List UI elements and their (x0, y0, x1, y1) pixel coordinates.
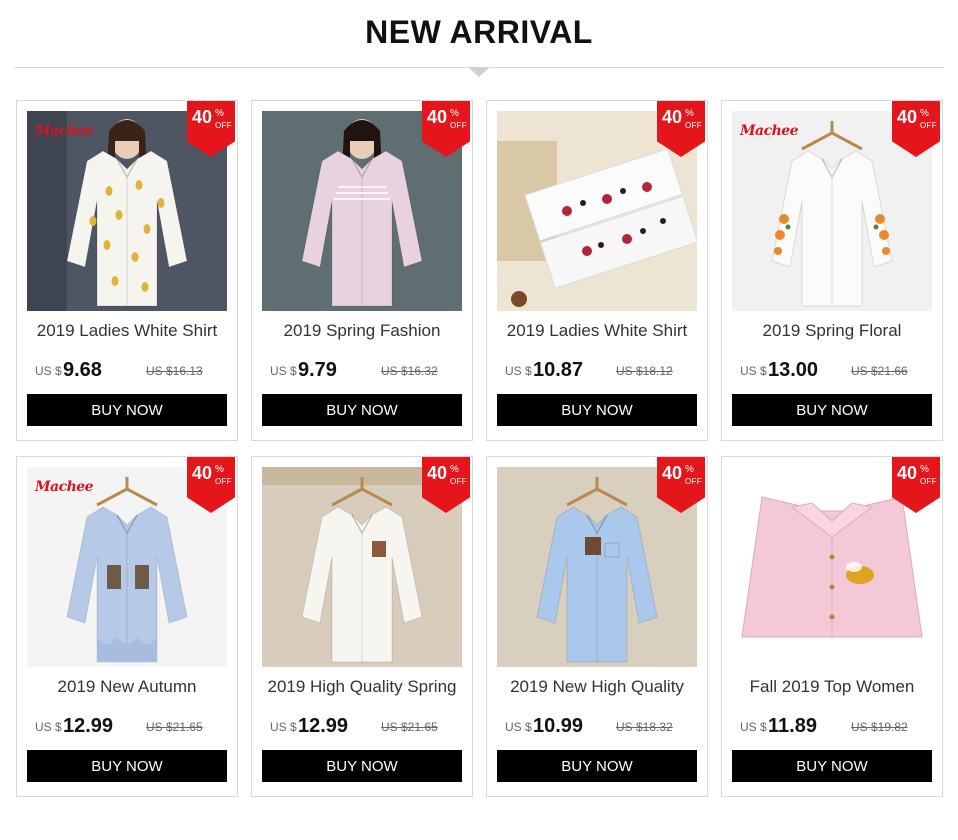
divider-arrow-icon (468, 67, 490, 77)
buy-now-button[interactable]: BUY NOW (732, 394, 932, 426)
discount-off-label: OFF (215, 121, 232, 130)
discount-value: 40 (662, 107, 683, 127)
sale-price: 11.89 (768, 715, 817, 737)
discount-percent-sign: % (215, 108, 224, 119)
discount-off-label: OFF (215, 477, 232, 486)
discount-percent-sign: % (920, 464, 929, 475)
price-row: US $9.79 US $16.32 (270, 359, 460, 383)
original-price: US $21.66 (851, 364, 908, 378)
currency-label: US $ (505, 720, 532, 734)
discount-value: 40 (897, 107, 918, 127)
sale-price: 12.99 (63, 715, 114, 737)
original-price: US $21.65 (146, 720, 203, 734)
currency-label: US $ (505, 364, 532, 378)
discount-percent-sign: % (685, 464, 694, 475)
product-title[interactable]: 2019 Spring Floral (722, 321, 942, 341)
product-card: 40% OFF 2019 Ladies White Shirt US $10.87 US… (486, 100, 708, 441)
discount-value: 40 (427, 107, 448, 127)
sale-price: 9.68 (63, 359, 102, 381)
buy-now-button[interactable]: BUY NOW (262, 750, 462, 782)
buy-now-button[interactable]: BUY NOW (27, 750, 227, 782)
product-card: Machee 40% OFF 2019 New Autumn US $12.99 US $… (16, 456, 238, 797)
price-row: US $9.68 US $16.13 (35, 359, 225, 383)
discount-percent-sign: % (685, 108, 694, 119)
sale-price: 10.99 (533, 715, 584, 737)
product-title[interactable]: 2019 Spring Fashion (252, 321, 472, 341)
product-title[interactable]: 2019 Ladies White Shirt (17, 321, 237, 341)
brand-logo: Machee (35, 479, 94, 495)
price-row: US $12.99 US $21.65 (35, 715, 225, 739)
discount-percent-sign: % (215, 464, 224, 475)
product-card: Machee 40% OFF 2019 Spring Floral US $13.00 U… (721, 100, 943, 441)
product-title[interactable]: 2019 High Quality Spring (252, 677, 472, 697)
discount-off-label: OFF (685, 121, 702, 130)
price-row: US $12.99 US $21.65 (270, 715, 460, 739)
price-row: US $11.89 US $19.82 (740, 715, 930, 739)
product-card: 40% OFF 2019 Spring Fashion US $9.79 US $16.… (251, 100, 473, 441)
sale-price: 12.99 (298, 715, 349, 737)
brand-logo: Machee (35, 123, 94, 139)
currency-label: US $ (35, 364, 62, 378)
product-title[interactable]: 2019 New Autumn (17, 677, 237, 697)
sale-price: 10.87 (533, 359, 584, 381)
currency-label: US $ (270, 720, 297, 734)
original-price: US $18.32 (616, 720, 673, 734)
currency-label: US $ (740, 364, 767, 378)
discount-off-label: OFF (450, 121, 467, 130)
discount-value: 40 (192, 463, 213, 483)
product-title[interactable]: 2019 Ladies White Shirt (487, 321, 707, 341)
discount-value: 40 (427, 463, 448, 483)
price-row: US $13.00 US $21.66 (740, 359, 930, 383)
discount-off-label: OFF (920, 121, 937, 130)
buy-now-button[interactable]: BUY NOW (262, 394, 462, 426)
product-title[interactable]: 2019 New High Quality (487, 677, 707, 697)
discount-percent-sign: % (920, 108, 929, 119)
sale-price: 9.79 (298, 359, 337, 381)
currency-label: US $ (740, 720, 767, 734)
product-card: 40% OFF Fall 2019 Top Women US $11.89 US $19… (721, 456, 943, 797)
discount-value: 40 (662, 463, 683, 483)
price-row: US $10.99 US $18.32 (505, 715, 695, 739)
product-card: 40% OFF 2019 High Quality Spring US $12.99 U… (251, 456, 473, 797)
brand-logo: Machee (740, 123, 799, 139)
sale-price: 13.00 (768, 359, 819, 381)
currency-label: US $ (270, 364, 297, 378)
original-price: US $16.32 (381, 364, 438, 378)
price-row: US $10.87 US $18.12 (505, 359, 695, 383)
discount-value: 40 (897, 463, 918, 483)
section-title: NEW ARRIVAL (365, 14, 593, 50)
original-price: US $18.12 (616, 364, 673, 378)
buy-now-button[interactable]: BUY NOW (497, 394, 697, 426)
discount-value: 40 (192, 107, 213, 127)
buy-now-button[interactable]: BUY NOW (497, 750, 697, 782)
discount-percent-sign: % (450, 464, 459, 475)
product-grid: Machee 40% OFF 2019 Ladies White Shirt US $9… (16, 100, 946, 797)
currency-label: US $ (35, 720, 62, 734)
original-price: US $19.82 (851, 720, 908, 734)
buy-now-button[interactable]: BUY NOW (27, 394, 227, 426)
product-card: 40% OFF 2019 New High Quality US $10.99 US $… (486, 456, 708, 797)
discount-off-label: OFF (450, 477, 467, 486)
discount-percent-sign: % (450, 108, 459, 119)
discount-off-label: OFF (920, 477, 937, 486)
product-title[interactable]: Fall 2019 Top Women (722, 677, 942, 697)
discount-off-label: OFF (685, 477, 702, 486)
product-card: Machee 40% OFF 2019 Ladies White Shirt US $9… (16, 100, 238, 441)
section-header: NEW ARRIVAL (0, 0, 958, 78)
original-price: US $16.13 (146, 364, 203, 378)
buy-now-button[interactable]: BUY NOW (732, 750, 932, 782)
original-price: US $21.65 (381, 720, 438, 734)
